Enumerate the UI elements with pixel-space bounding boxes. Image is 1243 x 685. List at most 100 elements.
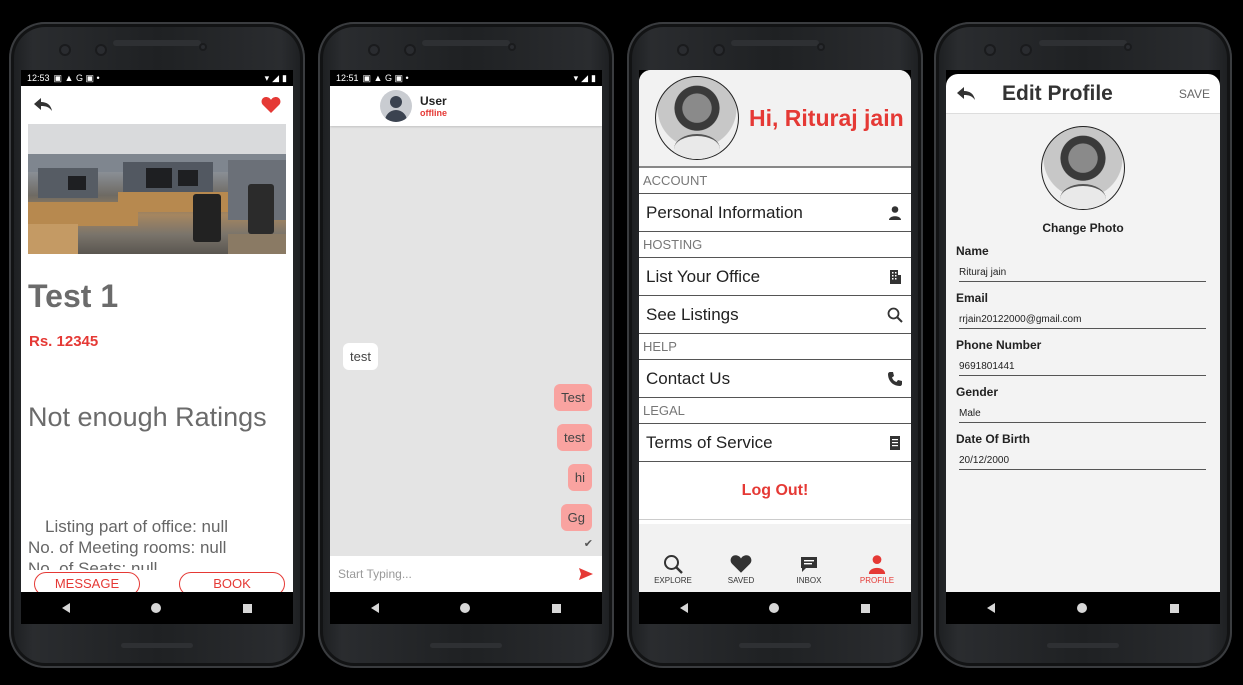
- message-bubble-out: hi: [567, 464, 592, 491]
- field-label: Date Of Birth: [956, 432, 1031, 446]
- menu-label: Contact Us: [646, 368, 731, 388]
- front-camera: [199, 43, 207, 51]
- menu-contact-us[interactable]: Contact Us: [639, 360, 911, 398]
- message-bubble-in: test: [343, 343, 378, 370]
- tab-saved[interactable]: SAVED: [711, 554, 771, 585]
- change-photo-link[interactable]: Change Photo: [946, 221, 1220, 235]
- notification-icons: ▣ ▲ G ▣ •: [53, 72, 100, 83]
- field-email: Email rrjain20122000@gmail.com: [946, 291, 1220, 329]
- bottom-speaker: [430, 643, 502, 648]
- bottom-speaker: [1047, 643, 1119, 648]
- read-check-icon: ✔: [583, 538, 593, 550]
- logout-button[interactable]: Log Out!: [639, 462, 911, 520]
- status-right: ▾ ◢ ▮: [265, 73, 287, 84]
- menu-list-your-office[interactable]: List Your Office: [639, 258, 911, 296]
- status-right: ▾ ◢ ▮: [574, 73, 596, 84]
- user-avatar-icon[interactable]: [380, 90, 412, 122]
- info-line: No. of Seats: null: [28, 559, 158, 570]
- phone-chat: 12:51 ▣ ▲ G ▣ • ▾ ◢ ▮ User offline test …: [318, 22, 614, 668]
- profile-header: Hi, Rituraj jain: [639, 70, 911, 168]
- listing-title: Test 1: [28, 278, 119, 314]
- dob-input[interactable]: 20/12/2000: [959, 455, 1206, 470]
- page-title: Edit Profile: [1002, 81, 1113, 105]
- menu-see-listings[interactable]: See Listings: [639, 296, 911, 334]
- menu-label: Personal Information: [646, 202, 803, 222]
- nav-recents-icon[interactable]: [861, 603, 871, 613]
- tab-label: SAVED: [727, 576, 755, 585]
- nav-back-icon[interactable]: [61, 603, 70, 613]
- nav-back-icon[interactable]: [679, 603, 688, 613]
- nav-recents-icon[interactable]: [1169, 603, 1179, 613]
- tab-profile[interactable]: PROFILE: [847, 554, 907, 585]
- field-phone: Phone Number 9691801441: [946, 338, 1220, 376]
- menu-terms-of-service[interactable]: Terms of Service: [639, 424, 911, 462]
- person-icon: [889, 205, 901, 220]
- info-line: No. of Meeting rooms: null: [28, 538, 227, 557]
- listing-price: Rs. 12345: [29, 333, 99, 350]
- message-bubble-out: test: [557, 424, 592, 451]
- profile-photo[interactable]: [1041, 126, 1125, 210]
- save-button[interactable]: SAVE: [1179, 87, 1210, 101]
- info-line: Listing part of office: null: [45, 517, 229, 536]
- wifi-icon: ▾: [573, 72, 579, 83]
- nav-home-icon[interactable]: [769, 603, 780, 613]
- bottom-tab-bar: EXPLORE SAVED INBOX PROFILE: [639, 524, 911, 592]
- listing-toolbar: [21, 86, 293, 124]
- ratings-text: Not enough Ratings: [28, 402, 267, 432]
- send-icon[interactable]: [578, 566, 594, 582]
- status-time: 12:53: [27, 73, 50, 83]
- nav-recents-icon[interactable]: [243, 603, 253, 613]
- edit-form: Change Photo Name Rituraj jain Email rrj…: [946, 114, 1220, 592]
- tab-label: INBOX: [796, 576, 822, 585]
- sensor-dot: [677, 44, 689, 56]
- message-list[interactable]: test Test test hi Gg ✔: [330, 126, 602, 556]
- nav-back-icon[interactable]: [370, 603, 379, 613]
- nav-home-icon[interactable]: [1077, 603, 1088, 613]
- greeting: Hi, Rituraj jain: [749, 104, 904, 131]
- nav-home-icon[interactable]: [151, 603, 162, 613]
- document-icon: [890, 435, 900, 450]
- field-label: Gender: [956, 385, 999, 399]
- bottom-speaker: [739, 643, 811, 648]
- message-bubble-out: Gg: [560, 504, 592, 531]
- nav-recents-icon[interactable]: [552, 603, 562, 613]
- tab-explore[interactable]: EXPLORE: [643, 554, 703, 585]
- back-arrow-icon[interactable]: [33, 97, 53, 113]
- phone-input[interactable]: 9691801441: [959, 361, 1206, 376]
- back-arrow-icon[interactable]: [956, 86, 976, 102]
- gender-input[interactable]: Male: [959, 408, 1206, 423]
- battery-icon: ▮: [591, 72, 596, 83]
- front-camera: [508, 43, 516, 51]
- name-input[interactable]: Rituraj jain: [959, 267, 1206, 282]
- earpiece: [731, 40, 819, 46]
- status-bar: 12:51 ▣ ▲ G ▣ • ▾ ◢ ▮: [330, 70, 602, 86]
- listing-info: Listing part of office: null No. of Meet…: [28, 516, 228, 570]
- phone-icon: [888, 371, 902, 386]
- screen-profile: Hi, Rituraj jain ACCOUNT Personal Inform…: [639, 70, 911, 624]
- heart-icon[interactable]: [261, 96, 281, 114]
- screen-edit-profile: Edit Profile SAVE Change Photo Name Ritu…: [946, 70, 1220, 624]
- nav-home-icon[interactable]: [460, 603, 471, 613]
- signal-icon: ◢: [272, 72, 280, 83]
- earpiece: [113, 40, 201, 46]
- tab-inbox[interactable]: INBOX: [779, 554, 839, 585]
- field-label: Email: [956, 291, 989, 305]
- tab-label: EXPLORE: [654, 576, 692, 585]
- camera-dot: [95, 44, 107, 56]
- wifi-icon: ▾: [264, 72, 270, 83]
- front-camera: [1124, 43, 1132, 51]
- section-legal: LEGAL: [639, 398, 911, 424]
- menu-personal-information[interactable]: Personal Information: [639, 194, 911, 232]
- message-bubble-out: Test: [554, 384, 592, 411]
- section-hosting: HOSTING: [639, 232, 911, 258]
- screen-chat: 12:51 ▣ ▲ G ▣ • ▾ ◢ ▮ User offline test …: [330, 70, 602, 624]
- camera-dot: [404, 44, 416, 56]
- bottom-speaker: [121, 643, 193, 648]
- phone-profile: Hi, Rituraj jain ACCOUNT Personal Inform…: [627, 22, 923, 668]
- chat-header: User offline: [330, 86, 602, 126]
- photo-wrapper: [946, 126, 1220, 210]
- edit-profile-content: Edit Profile SAVE Change Photo Name Ritu…: [946, 74, 1220, 592]
- message-input[interactable]: Start Typing...: [338, 567, 412, 581]
- email-input[interactable]: rrjain20122000@gmail.com: [959, 314, 1206, 329]
- nav-back-icon[interactable]: [987, 603, 996, 613]
